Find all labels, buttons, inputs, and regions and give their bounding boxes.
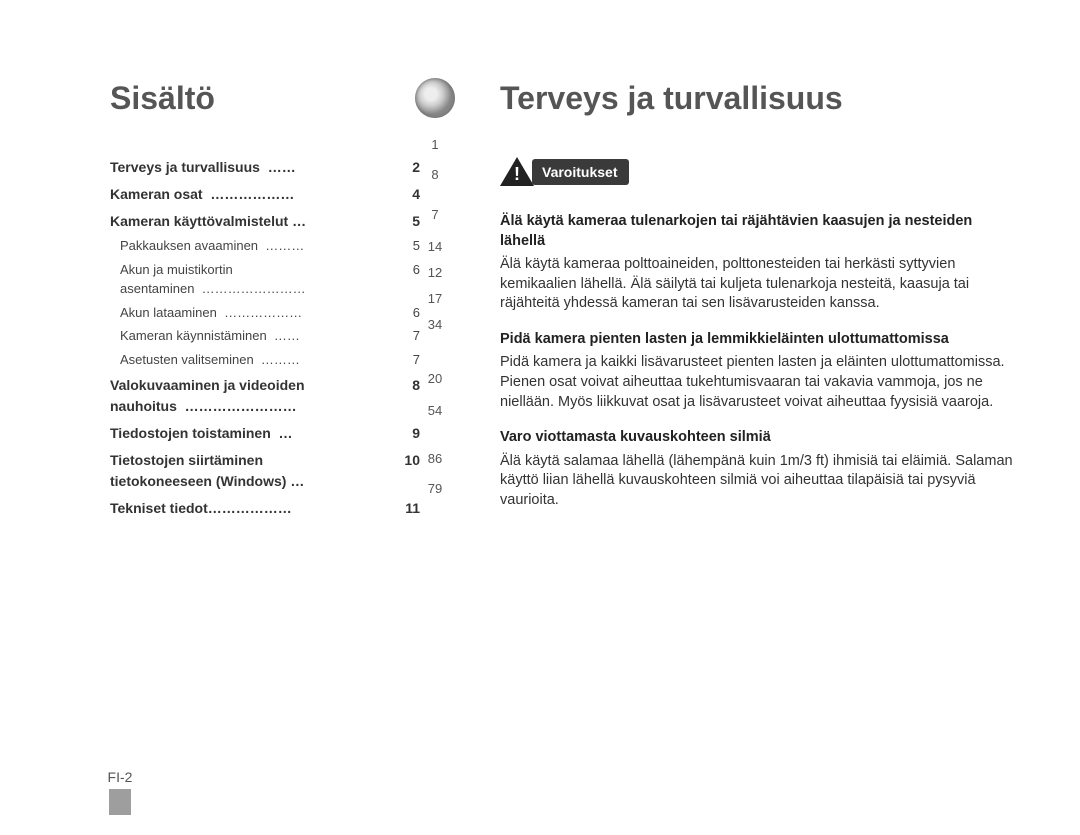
toc-label: Tietostojen siirtäminen tietokoneeseen (…	[110, 450, 396, 492]
toc-heading: Sisältö	[110, 80, 420, 117]
toc-row: Valokuvaaminen ja videoiden nauhoitus ………	[110, 375, 420, 417]
thumb-index-number: 20	[412, 366, 458, 392]
toc-label: Kameran käynnistäminen ……	[120, 326, 396, 346]
toc-row: Tietostojen siirtäminen tietokoneeseen (…	[110, 450, 420, 492]
warning-body: Pidä kamera ja kaikki lisävarusteet pien…	[500, 353, 1020, 412]
toc-label: Pakkauksen avaaminen ………	[120, 236, 396, 256]
warning-label: Varoitukset	[532, 159, 629, 185]
toc-label: Valokuvaaminen ja videoiden nauhoitus ………	[110, 375, 396, 417]
thumb-index-number: 79	[412, 476, 458, 502]
toc-label: Asetusten valitseminen ………	[120, 350, 396, 370]
toc-column: Sisältö Terveys ja turvallisuus ……2 Kamer…	[110, 80, 420, 795]
toc-row: Kameran osat ………………4	[110, 184, 420, 205]
page-footer-tab: FI-2	[100, 769, 140, 815]
warning-badge: ! Varoitukset	[500, 157, 1020, 186]
toc-label: Kameran osat ………………	[110, 184, 396, 205]
toc-list: Terveys ja turvallisuus ……2 Kameran osat …	[110, 157, 420, 519]
toc-row: Tekniset tiedot………………11	[110, 498, 420, 519]
toc-row: Tiedostojen toistaminen …9	[110, 423, 420, 444]
toc-label: Tekniset tiedot………………	[110, 498, 396, 519]
safety-column: Terveys ja turvallisuus ! Varoitukset Äl…	[500, 80, 1020, 795]
thumb-index: 1 8 7 14121734 20 54 86 79	[412, 78, 458, 502]
thumb-index-number: 17	[412, 286, 458, 312]
toc-row: Kameran käynnistäminen ……7	[110, 326, 420, 346]
thumb-index-number: 1	[412, 132, 458, 158]
toc-row: Terveys ja turvallisuus ……2	[110, 157, 420, 178]
warning-title: Älä käytä kameraa tulenarkojen tai räjäh…	[500, 212, 1020, 251]
thumb-index-number: 12	[412, 260, 458, 286]
warning-triangle-icon: !	[500, 157, 534, 186]
warning-sections: Älä käytä kameraa tulenarkojen tai räjäh…	[500, 212, 1020, 510]
warning-title: Pidä kamera pienten lasten ja lemmikkiel…	[500, 330, 1020, 350]
disc-icon	[415, 78, 455, 118]
thumb-index-number: 86	[412, 446, 458, 472]
page-tab-bar	[109, 789, 131, 815]
toc-label: Tiedostojen toistaminen …	[110, 423, 396, 444]
warning-title: Varo viottamasta kuvauskohteen silmiä	[500, 428, 1020, 448]
page-number: FI-2	[100, 769, 140, 785]
thumb-index-number: 8	[412, 162, 458, 188]
warning-body: Älä käytä salamaa lähellä (lähempänä kui…	[500, 452, 1020, 511]
toc-label: Kameran käyttövalmistelut …	[110, 211, 396, 232]
thumb-index-number: 34	[412, 312, 458, 338]
toc-label: Akun lataaminen ………………	[120, 303, 396, 323]
toc-row: Pakkauksen avaaminen ………5	[110, 236, 420, 256]
toc-row: Asetusten valitseminen ………7	[110, 350, 420, 370]
toc-row: Akun lataaminen ………………6	[110, 303, 420, 323]
warning-body: Älä käytä kameraa polttoaineiden, poltto…	[500, 255, 1020, 314]
safety-heading: Terveys ja turvallisuus	[500, 80, 1020, 117]
toc-label: Akun ja muistikortin asentaminen ……………………	[120, 260, 396, 299]
thumb-index-number: 7	[412, 202, 458, 228]
thumb-index-number: 14	[412, 234, 458, 260]
toc-row: Kameran käyttövalmistelut …5	[110, 211, 420, 232]
toc-label: Terveys ja turvallisuus ……	[110, 157, 396, 178]
thumb-index-number: 54	[412, 398, 458, 424]
toc-row: Akun ja muistikortin asentaminen ……………………	[110, 260, 420, 299]
